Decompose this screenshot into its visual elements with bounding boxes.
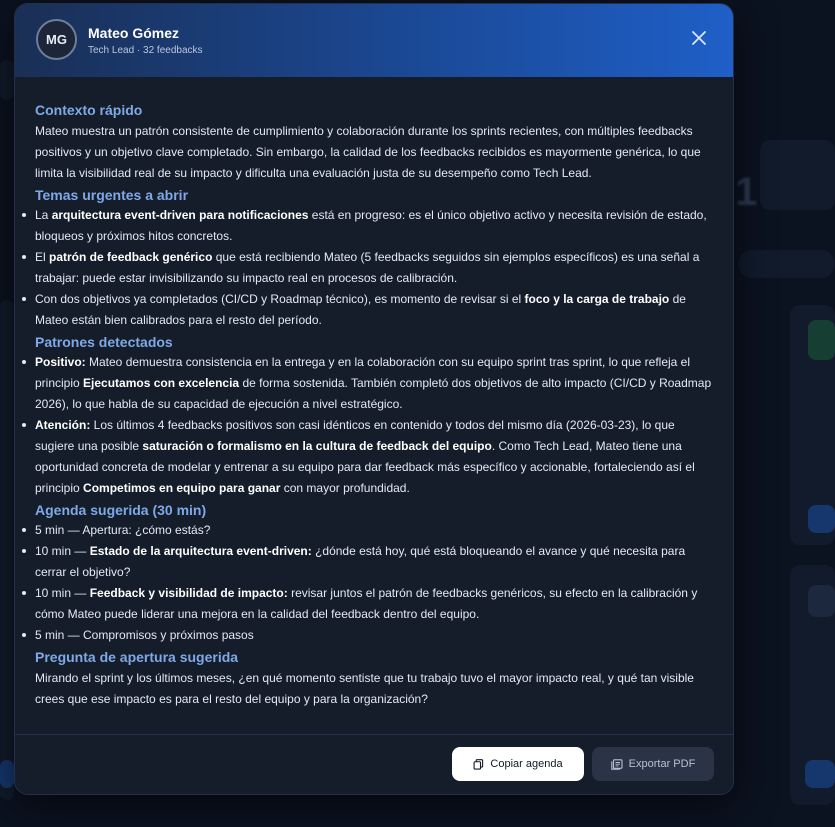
user-subtitle: Tech Lead · 32 feedbacks [88,45,203,56]
temas-list: La arquitectura event-driven para notifi… [22,205,713,331]
list-item: 5 min — Compromisos y próximos pasos [22,625,713,646]
list-item: Positivo: Mateo demuestra consistencia e… [22,352,713,415]
contexto-text: Mateo muestra un patrón consistente de c… [35,124,701,180]
modal-header: MG Mateo Gómez Tech Lead · 32 feedbacks [15,4,733,77]
close-icon [692,31,706,45]
list-item: La arquitectura event-driven para notifi… [22,205,713,247]
list-item: Con dos objetivos ya completados (CI/CD … [22,289,713,331]
list-item: 10 min — Estado de la arquitectura event… [22,541,713,583]
list-item: El patrón de feedback genérico que está … [22,247,713,289]
avatar: MG [36,19,77,60]
user-name: Mateo Gómez [88,25,180,41]
section-title-temas: Temas urgentes a abrir [35,187,189,203]
list-item: 5 min — Apertura: ¿cómo estás? [22,520,713,541]
close-button[interactable] [687,26,711,50]
modal-footer: Copiar agenda Exportar PDF [15,734,733,794]
patrones-list: Positivo: Mateo demuestra consistencia e… [22,352,713,499]
modal-body: Contexto rápido Mateo muestra un patrón … [15,77,733,735]
export-pdf-label: Exportar PDF [628,758,696,770]
document-icon [610,758,623,770]
copy-icon [473,758,484,770]
pregunta-text: Mirando el sprint y los últimos meses, ¿… [35,671,694,706]
section-title-contexto: Contexto rápido [35,102,143,118]
section-title-agenda: Agenda sugerida (30 min) [35,502,207,518]
export-pdf-button[interactable]: Exportar PDF [592,747,714,781]
list-item: Atención: Los últimos 4 feedbacks positi… [22,415,713,499]
section-title-patrones: Patrones detectados [35,334,173,350]
feedback-summary-modal: MG Mateo Gómez Tech Lead · 32 feedbacks … [14,3,734,795]
copy-agenda-label: Copiar agenda [490,758,563,770]
section-title-pregunta: Pregunta de apertura sugerida [35,649,239,665]
copy-agenda-button[interactable]: Copiar agenda [452,747,584,781]
agenda-list: 5 min — Apertura: ¿cómo estás? 10 min — … [22,520,713,646]
list-item: 10 min — Feedback y visibilidad de impac… [22,583,713,625]
